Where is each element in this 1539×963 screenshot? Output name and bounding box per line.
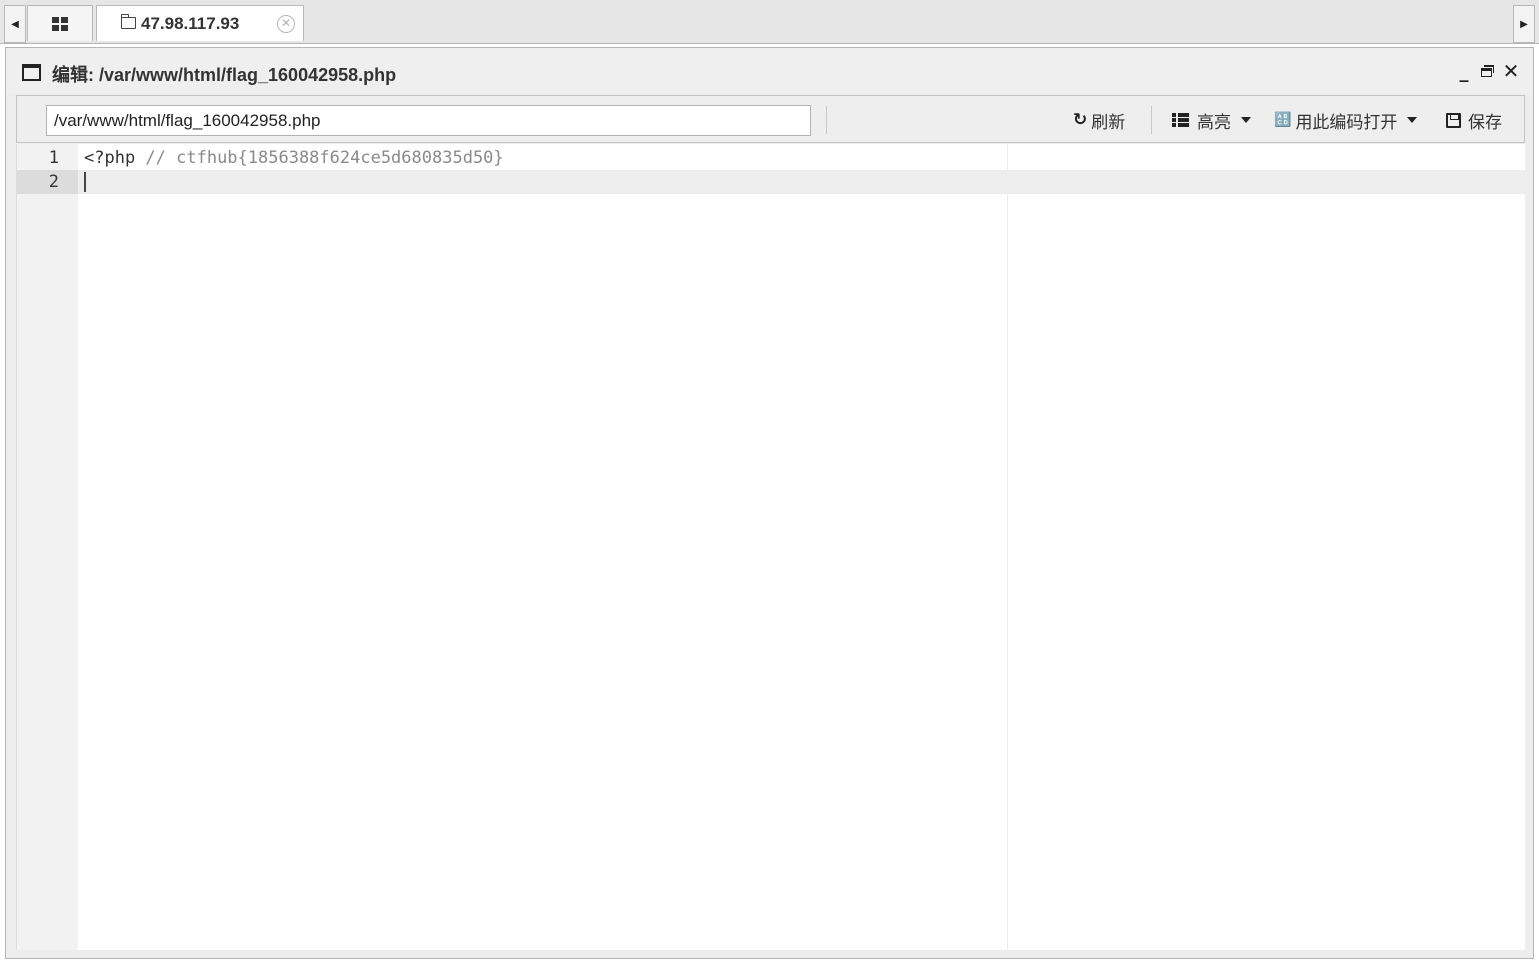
text-cursor xyxy=(84,172,86,192)
encoding-dropdown[interactable]: 🔠 用此编码打开 xyxy=(1274,106,1418,134)
line-number: 2 xyxy=(17,170,78,194)
refresh-icon: ↻ xyxy=(1073,110,1088,130)
encoding-icon: 🔠 xyxy=(1274,112,1292,128)
save-icon xyxy=(1446,112,1461,128)
tab-home[interactable] xyxy=(27,5,93,41)
file-path-input[interactable] xyxy=(46,105,811,136)
editor-toolbar: ↻ 刷新 高亮 🔠 用此编码打开 保存 xyxy=(16,95,1525,143)
tab-site[interactable]: 47.98.117.93 ✕ xyxy=(96,5,304,41)
folder-icon xyxy=(120,13,136,29)
refresh-label: 刷新 xyxy=(1091,112,1126,133)
highlight-dropdown[interactable]: 高亮 xyxy=(1172,106,1251,134)
code-line[interactable]: 1 <?php // ctfhub{1856388f624ce5d680835d… xyxy=(17,146,1525,170)
editor-window: 编辑: /var/www/html/flag_160042958.php _ ✕… xyxy=(5,47,1534,959)
save-button[interactable]: 保存 xyxy=(1446,106,1502,134)
print-margin xyxy=(1007,144,1008,950)
close-circle-icon[interactable]: ✕ xyxy=(277,15,295,33)
code-text: <?php // ctfhub{1856388f624ce5d680835d50… xyxy=(84,146,504,170)
toolbar-divider xyxy=(1151,106,1152,134)
line-gutter xyxy=(17,144,78,950)
toolbar-divider xyxy=(826,106,827,134)
php-open-tag: <?php xyxy=(84,148,146,168)
highlight-label: 高亮 xyxy=(1197,112,1231,133)
tab-scroll-right-button[interactable]: ▶ xyxy=(1513,5,1535,43)
tab-strip: ◀ 47.98.117.93 ✕ ▶ xyxy=(0,0,1539,44)
code-editor[interactable]: 1 <?php // ctfhub{1856388f624ce5d680835d… xyxy=(16,144,1525,950)
maximize-button[interactable] xyxy=(1478,60,1496,82)
code-comment: // ctfhub{1856388f624ce5d680835d50} xyxy=(145,148,504,168)
grid-icon xyxy=(52,16,68,31)
save-label: 保存 xyxy=(1468,112,1502,133)
list-icon xyxy=(1172,113,1189,127)
code-line-active[interactable]: 2 xyxy=(17,170,1525,194)
refresh-button[interactable]: ↻ 刷新 xyxy=(1073,106,1125,134)
window-icon xyxy=(22,64,41,81)
restore-icon xyxy=(1481,65,1494,77)
encoding-label: 用此编码打开 xyxy=(1295,112,1398,133)
line-number: 1 xyxy=(48,148,59,168)
close-button[interactable]: ✕ xyxy=(1502,60,1520,82)
caret-down-icon xyxy=(1407,117,1418,123)
window-titlebar[interactable]: 编辑: /var/www/html/flag_160042958.php _ ✕ xyxy=(6,48,1533,94)
tab-site-label: 47.98.117.93 xyxy=(141,13,240,33)
caret-down-icon xyxy=(1241,117,1251,123)
window-title: 编辑: /var/www/html/flag_160042958.php xyxy=(52,65,397,85)
tab-scroll-left-button[interactable]: ◀ xyxy=(4,5,26,43)
minimize-button[interactable]: _ xyxy=(1455,60,1473,83)
